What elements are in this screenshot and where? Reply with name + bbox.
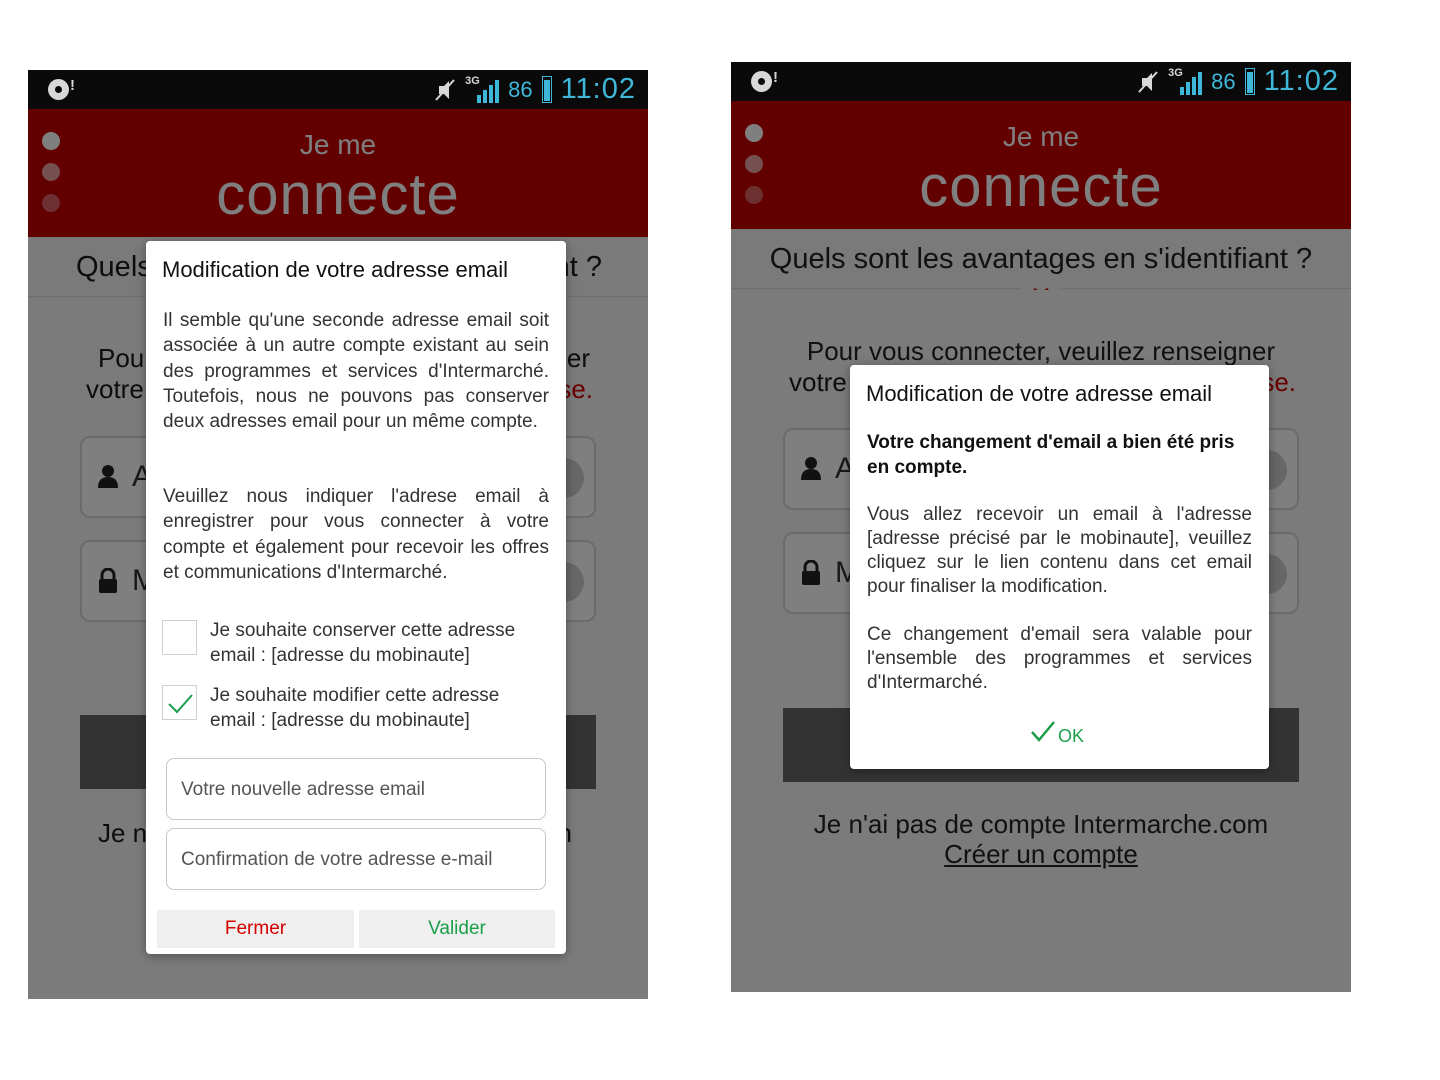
dialog-headline: Votre changement d'email a bien été pris…	[867, 432, 1235, 478]
dialog-title: Modification de votre adresse email	[866, 381, 1213, 406]
checkbox-keep[interactable]	[162, 620, 197, 655]
battery-level: 86	[508, 76, 533, 102]
media-icon: !	[48, 77, 78, 101]
submit-button[interactable]: Valider	[359, 910, 555, 948]
checkmark-icon	[168, 694, 193, 714]
clock: 11:02	[1263, 65, 1339, 97]
phone-screen-edit: ! 3G 86 11:02 Je me connecte Quels nt ? …	[28, 70, 648, 999]
status-bar: ! 3G 86 11:02	[28, 70, 648, 109]
status-bar: ! 3G 86 11:02	[731, 62, 1351, 101]
ok-label: OK	[1058, 726, 1085, 746]
new-email-placeholder: Votre nouvelle adresse email	[181, 779, 425, 800]
new-email-input[interactable]: Votre nouvelle adresse email	[166, 758, 546, 820]
dialog-title: Modification de votre adresse email	[162, 257, 509, 282]
battery-icon	[1244, 68, 1255, 95]
signal-icon: 3G	[465, 75, 500, 105]
signal-icon: 3G	[1168, 67, 1203, 97]
option-modify-email[interactable]: Je souhaite modifier cette adresse email…	[162, 685, 550, 737]
battery-level: 86	[1211, 68, 1236, 94]
mute-icon	[435, 78, 455, 101]
dialog-paragraph-1: Il semble qu'une seconde adresse email s…	[163, 310, 549, 433]
dialog-paragraph-2: Ce changement d'email sera valable pour …	[867, 624, 1252, 694]
mute-icon	[1138, 70, 1158, 93]
option-keep-label: Je souhaite conserver cette adresse emai…	[210, 620, 516, 666]
phone-screen-confirm: ! 3G 86 11:02 Je me connecte Quels sont …	[731, 62, 1351, 992]
checkmark-icon	[1031, 721, 1055, 742]
ok-button[interactable]: OK	[1030, 720, 1090, 748]
checkbox-modify[interactable]	[162, 685, 197, 720]
confirm-email-dialog: Modification de votre adresse email Votr…	[850, 365, 1269, 769]
confirm-email-input[interactable]: Confirmation de votre adresse e-mail	[166, 828, 546, 890]
dialog-paragraph-2: Veuillez nous indiquer l'adrese email à …	[163, 486, 549, 583]
option-keep-email[interactable]: Je souhaite conserver cette adresse emai…	[162, 620, 550, 672]
clock: 11:02	[560, 73, 636, 105]
close-button[interactable]: Fermer	[157, 910, 354, 948]
option-modify-label: Je souhaite modifier cette adresse email…	[210, 685, 500, 731]
media-icon: !	[751, 69, 781, 93]
battery-icon	[541, 76, 552, 103]
edit-email-dialog: Modification de votre adresse email Il s…	[146, 241, 566, 954]
dialog-paragraph-1: Vous allez recevoir un email à l'adresse…	[867, 504, 1252, 598]
confirm-email-placeholder: Confirmation de votre adresse e-mail	[181, 849, 493, 870]
